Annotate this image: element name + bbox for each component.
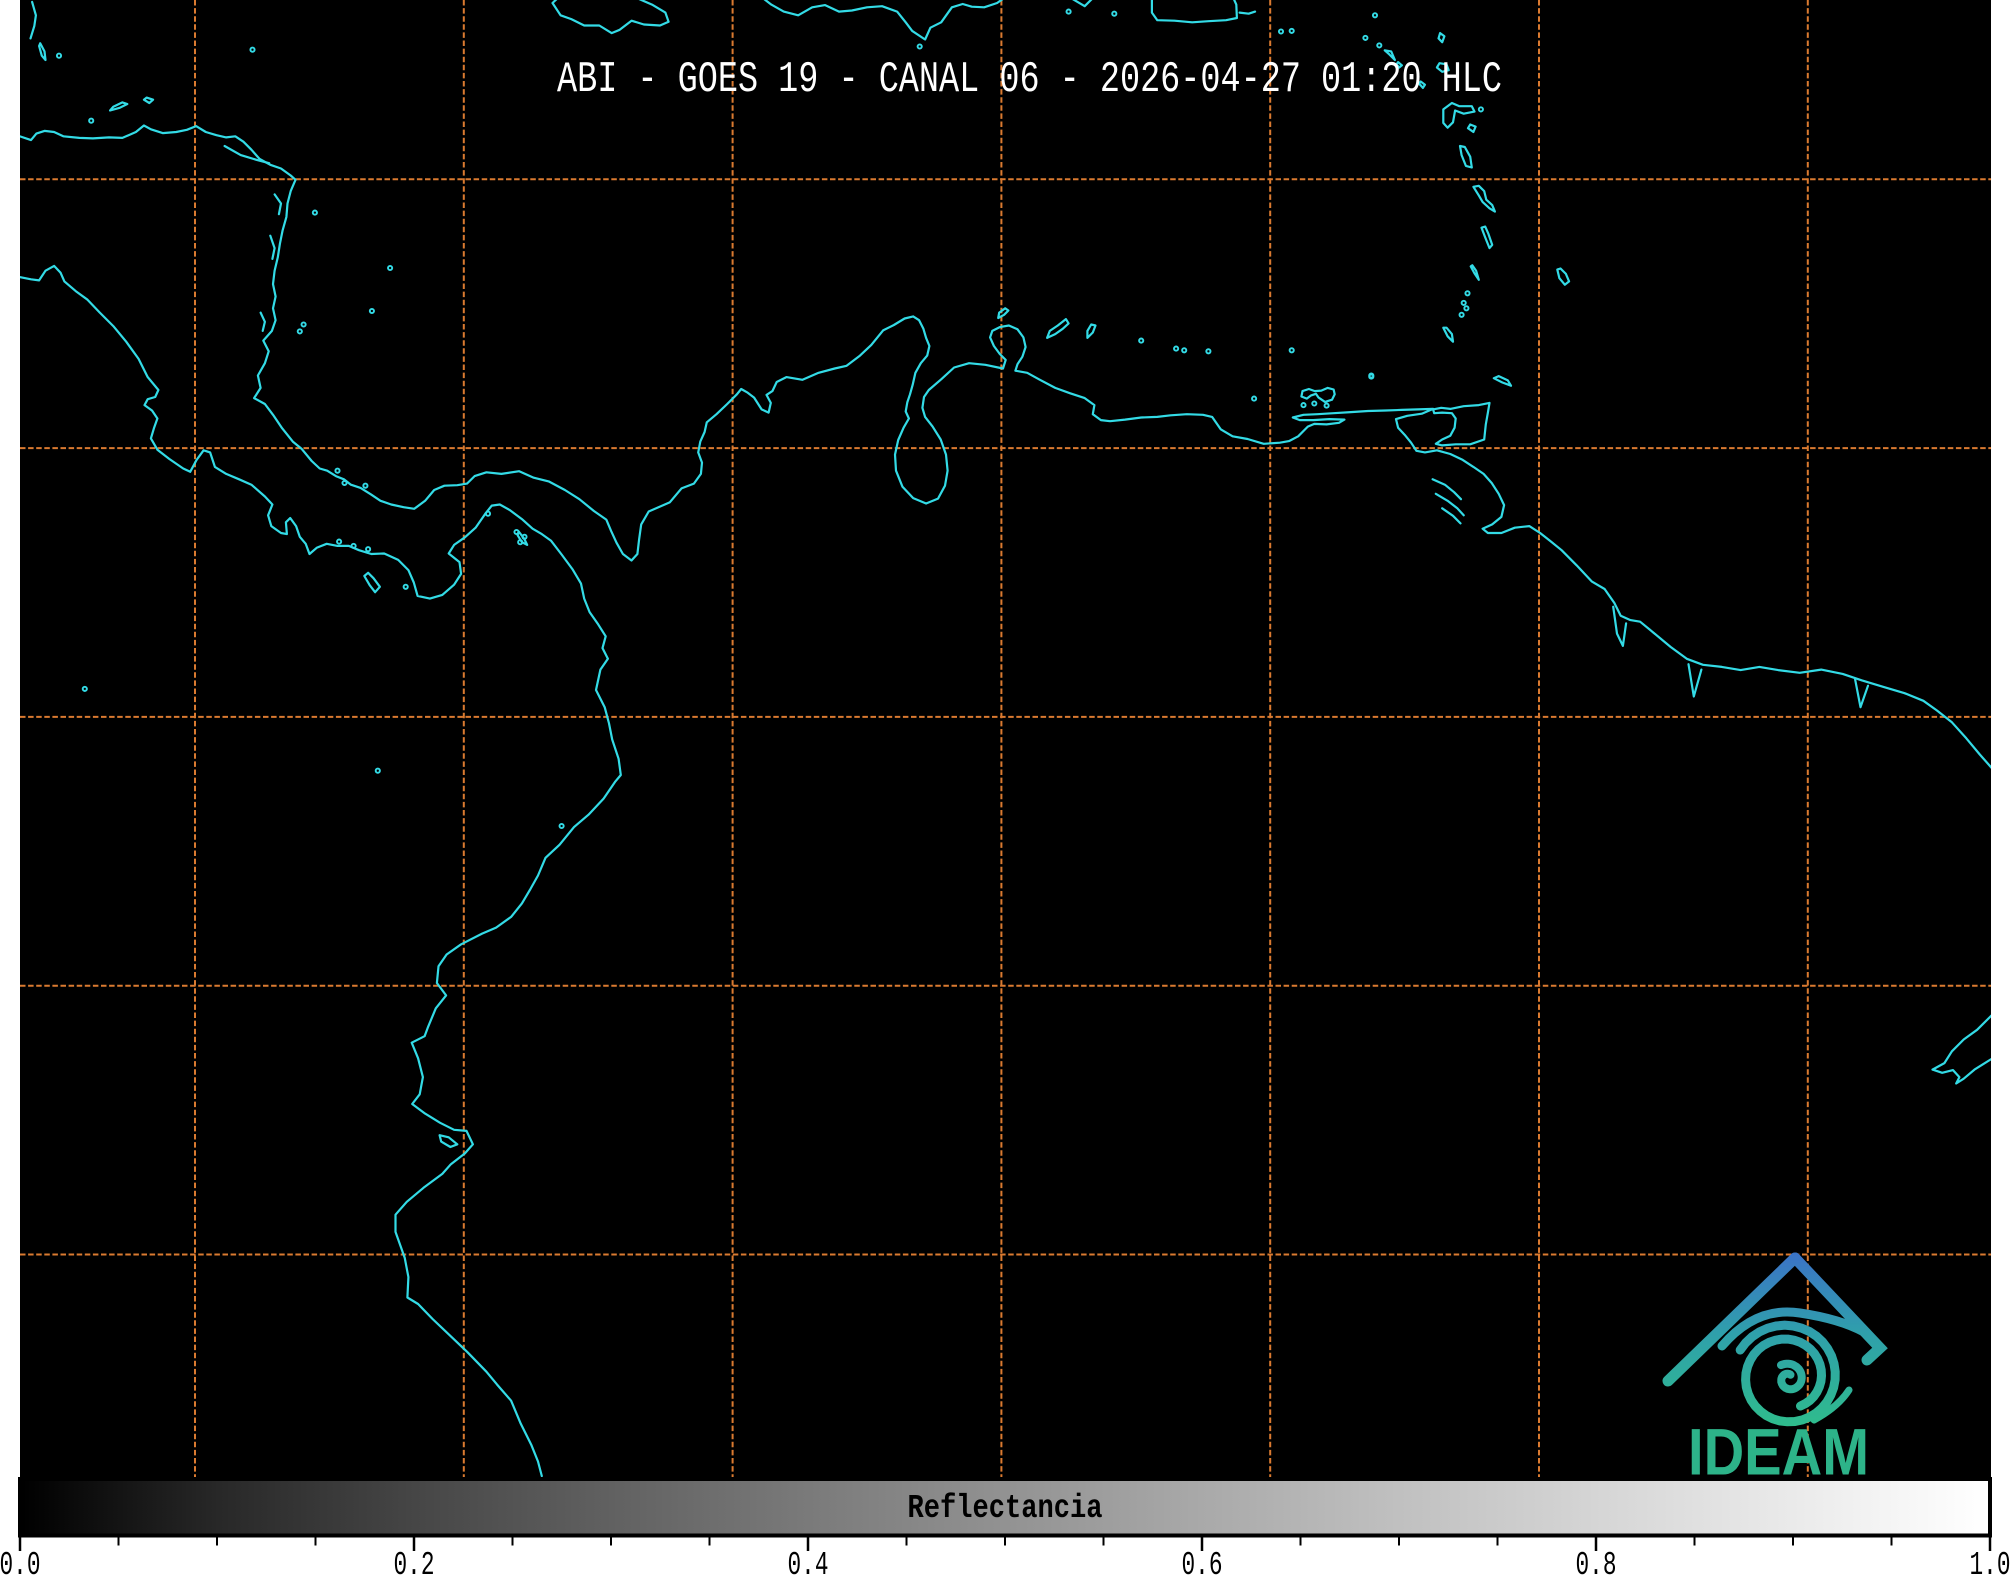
svg-text:0.8: 0.8: [1576, 1547, 1617, 1577]
svg-text:0.4: 0.4: [788, 1547, 829, 1577]
svg-text:0.0: 0.0: [0, 1547, 41, 1577]
svg-text:1.0: 1.0: [1970, 1547, 2011, 1577]
svg-text:ABI - GOES 19 - CANAL 06 - 202: ABI - GOES 19 - CANAL 06 - 2026-04-27 01…: [557, 55, 1502, 105]
svg-text:0.2: 0.2: [394, 1547, 435, 1577]
svg-text:0.6: 0.6: [1182, 1547, 1223, 1577]
svg-text:Reflectancia: Reflectancia: [908, 1490, 1103, 1527]
